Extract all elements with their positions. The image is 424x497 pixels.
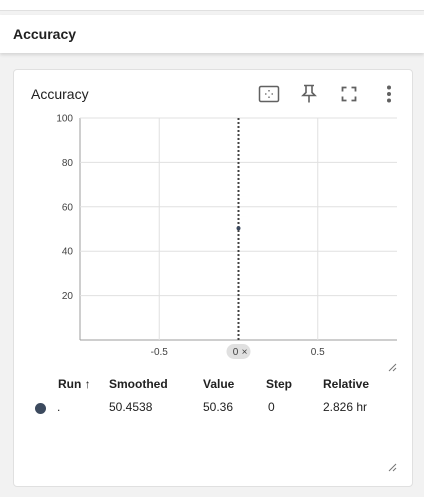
run-column-header[interactable]: Run ↑ [58,377,91,391]
y-tick-label: 20 [62,291,74,302]
chart-card: Accuracy 100 80 60 40 20 -0.5 0.5 0 × Run ↑ Smoo… [13,69,413,487]
line-chart[interactable]: 100 80 60 40 20 -0.5 0.5 0 × [14,110,414,370]
relative-column-header[interactable]: Relative [323,377,369,391]
y-tick-label: 80 [62,158,74,169]
fit-domain-button[interactable] [255,81,283,107]
pin-icon [301,84,317,103]
more-vert-icon [387,85,391,103]
section-title: Accuracy [13,26,77,42]
section-header: Accuracy [0,15,424,53]
table-row: . 50.4538 50.36 0 2.826 hr [14,400,414,418]
hover-x-clear-icon[interactable]: × [242,347,248,358]
value-column-header[interactable]: Value [203,377,234,391]
run-color-swatch [35,403,46,414]
table-resize-grip[interactable] [387,462,397,472]
pin-button[interactable] [295,81,323,107]
y-tick-label: 60 [62,202,74,213]
x-tick-label: -0.5 [151,347,169,358]
smoothed-value: 50.4538 [109,400,153,414]
data-table-header: Run ↑ Smoothed Value Step Relative [14,377,414,395]
fullscreen-button[interactable] [335,81,363,107]
step-column-header[interactable]: Step [266,377,292,391]
relative-cell: 2.826 hr [323,400,368,414]
value-cell: 50.36 [203,400,234,414]
data-point [236,226,241,231]
card-title: Accuracy [31,86,89,102]
run-name: . [57,400,61,414]
fullscreen-icon [341,86,357,102]
y-tick-label: 40 [62,247,74,258]
chart-svg[interactable]: 100 80 60 40 20 -0.5 0.5 0 × [14,110,414,370]
smoothed-column-header[interactable]: Smoothed [109,377,168,391]
top-strip [0,0,424,11]
step-cell: 0 [268,400,275,414]
more-options-button[interactable] [375,81,403,107]
y-tick-label: 100 [56,114,73,125]
hover-x-label: 0 [233,347,239,358]
fit-domain-icon [258,85,280,103]
x-tick-label: 0.5 [311,347,325,358]
chart-resize-grip[interactable] [387,362,397,372]
